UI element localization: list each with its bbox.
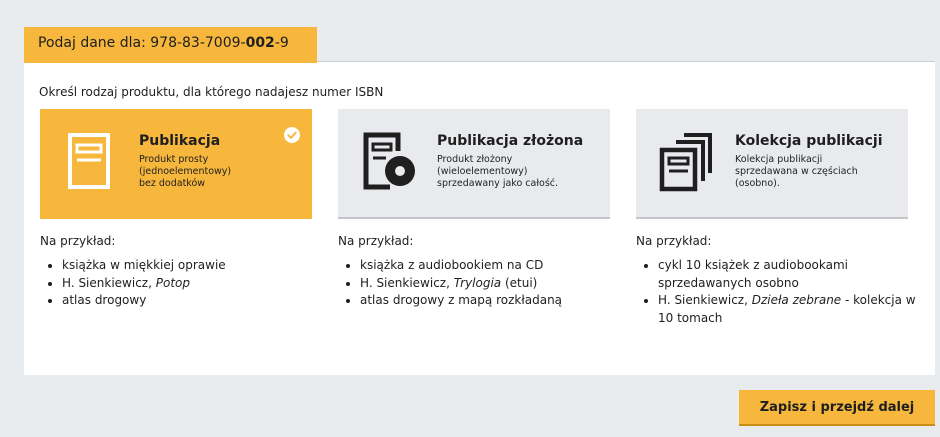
examples-label: Na przykład: bbox=[338, 234, 414, 248]
card-title: Kolekcja publikacji bbox=[735, 133, 883, 149]
list-item: atlas drogowy z mapą rozkładaną bbox=[360, 292, 618, 310]
list-item: cykl 10 książek z audiobookami sprzedawa… bbox=[658, 257, 916, 292]
card-description: Produkt złożony (wieloelementowy) sprzed… bbox=[437, 154, 597, 190]
card-desc-line: sprzedawany jako całość. bbox=[437, 178, 559, 189]
single-document-icon bbox=[68, 133, 110, 189]
examples-publikacja: Na przykład: książka w miękkiej oprawie … bbox=[40, 234, 320, 310]
form-panel: Podaj dane dla: 978-83-7009-002-9 Określ… bbox=[24, 9, 935, 375]
card-description: Produkt prosty (jednoelementowy) bez dod… bbox=[139, 154, 299, 190]
product-type-card-publikacja-zlozona[interactable]: Publikacja złożona Produkt złożony (wiel… bbox=[338, 109, 610, 219]
card-desc-line: Produkt prosty bbox=[139, 154, 209, 165]
list-item: H. Sienkiewicz, Dzieła zebrane - kolekcj… bbox=[658, 292, 916, 327]
card-title: Publikacja złożona bbox=[437, 133, 584, 149]
list-item: H. Sienkiewicz, Trylogia (etui) bbox=[360, 275, 618, 293]
example-title: Dzieła zebrane bbox=[751, 293, 842, 307]
list-item: książka w miękkiej oprawie bbox=[62, 257, 320, 275]
example-text: H. Sienkiewicz, bbox=[658, 293, 752, 307]
list-item: atlas drogowy bbox=[62, 292, 320, 310]
list-item: H. Sienkiewicz, Potop bbox=[62, 275, 320, 293]
isbn-bold-part: 002 bbox=[245, 35, 275, 51]
examples-label: Na przykład: bbox=[40, 234, 116, 248]
product-type-card-publikacja[interactable]: Publikacja Produkt prosty (jednoelemento… bbox=[40, 109, 312, 219]
example-text: H. Sienkiewicz, bbox=[360, 275, 454, 290]
example-title: Potop bbox=[155, 275, 190, 290]
header-tab: Podaj dane dla: 978-83-7009-002-9 bbox=[24, 27, 317, 63]
checkmark-icon bbox=[284, 127, 300, 143]
example-text: atlas drogowy z mapą rozkładaną bbox=[360, 293, 563, 307]
example-text: książka w miękkiej oprawie bbox=[62, 258, 226, 272]
example-text: atlas drogowy bbox=[62, 293, 147, 307]
card-desc-line: (wieloelementowy) bbox=[437, 166, 528, 177]
example-text: H. Sienkiewicz, bbox=[62, 275, 156, 290]
isbn-start: 978-83-7009- bbox=[150, 35, 246, 51]
examples-list: cykl 10 książek z audiobookami sprzedawa… bbox=[636, 257, 916, 327]
list-item: książka z audiobookiem na CD bbox=[360, 257, 618, 275]
example-suffix: (etui) bbox=[501, 275, 538, 290]
card-title: Publikacja bbox=[139, 133, 221, 149]
instruction-text: Określ rodzaj produktu, dla którego nada… bbox=[39, 85, 384, 99]
card-desc-line: bez dodatków bbox=[139, 178, 206, 189]
examples-publikacja-zlozona: Na przykład: książka z audiobookiem na C… bbox=[338, 234, 618, 310]
card-desc-line: sprzedawana w częściach bbox=[735, 166, 858, 177]
save-and-continue-button[interactable]: Zapisz i przejdź dalej bbox=[739, 390, 935, 426]
example-text: książka z audiobookiem na CD bbox=[360, 258, 544, 272]
card-desc-line: (osobno). bbox=[735, 178, 780, 189]
document-with-disc-icon bbox=[363, 132, 415, 190]
card-description: Kolekcja publikacji sprzedawana w części… bbox=[735, 154, 895, 190]
card-desc-line: Produkt złożony bbox=[437, 154, 513, 165]
example-title: Trylogia bbox=[453, 275, 502, 290]
card-desc-line: Kolekcja publikacji bbox=[735, 154, 823, 165]
card-desc-line: (jednoelementowy) bbox=[139, 166, 232, 177]
isbn-end: -9 bbox=[274, 35, 289, 51]
header-strip: Podaj dane dla: 978-83-7009-002-9 bbox=[24, 9, 935, 63]
examples-list: książka w miękkiej oprawie H. Sienkiewic… bbox=[40, 257, 320, 310]
examples-kolekcja-publikacji: Na przykład: cykl 10 książek z audiobook… bbox=[636, 234, 916, 327]
stacked-documents-icon bbox=[659, 133, 712, 192]
product-type-card-kolekcja-publikacji[interactable]: Kolekcja publikacji Kolekcja publikacji … bbox=[636, 109, 908, 219]
header-prefix: Podaj dane dla: bbox=[38, 35, 151, 51]
examples-list: książka z audiobookiem na CD H. Sienkiew… bbox=[338, 257, 618, 310]
example-text: cykl 10 książek z audiobookami sprzedawa… bbox=[658, 258, 848, 290]
examples-label: Na przykład: bbox=[636, 234, 712, 248]
